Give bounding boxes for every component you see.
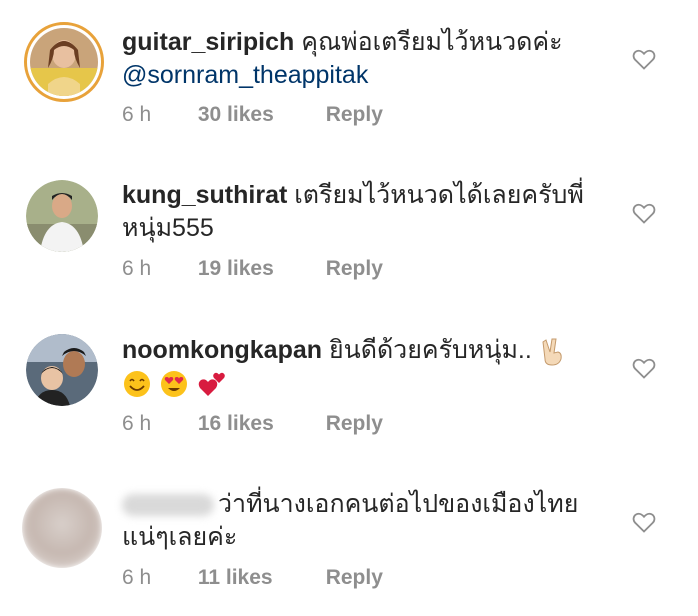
comment-username[interactable]: kung_suthirat (122, 181, 287, 209)
avatar[interactable] (26, 334, 98, 406)
comment-meta: 6 h 16 likes Reply (122, 412, 383, 436)
avatar-photo-blurred (22, 488, 102, 568)
avatar[interactable] (26, 180, 98, 252)
comment-meta: 6 h 19 likes Reply (122, 257, 383, 281)
avatar[interactable] (24, 22, 104, 102)
reply-button[interactable]: Reply (326, 412, 383, 436)
comment-meta: 6 h 30 likes Reply (122, 103, 383, 127)
comment-username[interactable]: noomkongkapan (122, 336, 322, 364)
comment-time: 6 h (122, 412, 152, 435)
heart-outline-icon[interactable] (632, 357, 656, 379)
likes-count[interactable]: 11 likes (198, 566, 320, 590)
comment-time: 6 h (122, 566, 152, 589)
heart-outline-icon[interactable] (632, 202, 656, 224)
comment-text: noomkongkapan ยินดีด้วยครับหนุ่ม.. (122, 334, 612, 400)
victory-hand-emoji (542, 338, 562, 366)
comment-text: ว่าที่นางเอกคนต่อไปของเมืองไทยแน่ๆเลยค่ะ (122, 488, 612, 554)
reply-button[interactable]: Reply (326, 257, 383, 281)
likes-count[interactable]: 19 likes (198, 257, 320, 281)
likes-count[interactable]: 30 likes (198, 103, 320, 127)
comment-meta: 6 h 11 likes Reply (122, 566, 383, 590)
reply-button[interactable]: Reply (326, 566, 383, 590)
comment-username[interactable]: guitar_siripich (122, 28, 294, 56)
avatar[interactable] (22, 488, 102, 568)
comment-body: คุณพ่อเตรียมไว้หนวดค่ะ (301, 28, 563, 56)
comment-time: 6 h (122, 257, 152, 280)
avatar-photo (26, 180, 98, 252)
comment-text: kung_suthirat เตรียมไว้หนวดได้เลยครับพี่… (122, 179, 612, 245)
reply-button[interactable]: Reply (326, 103, 383, 127)
heart-outline-icon[interactable] (632, 511, 656, 533)
likes-count[interactable]: 16 likes (198, 412, 320, 436)
mention-link[interactable]: @sornram_theappitak (122, 61, 368, 89)
comment-time: 6 h (122, 103, 152, 126)
smiling-face-emoji (124, 371, 150, 398)
avatar-photo (30, 28, 98, 96)
two-hearts-emoji (198, 373, 225, 397)
blurred-username[interactable] (122, 494, 214, 517)
heart-eyes-emoji (160, 371, 187, 398)
avatar-photo (26, 334, 98, 406)
comment-body: ยินดีด้วยครับหนุ่ม.. (328, 336, 532, 364)
heart-outline-icon[interactable] (632, 48, 656, 70)
comment-text: guitar_siripich คุณพ่อเตรียมไว้หนวดค่ะ @… (122, 26, 612, 92)
